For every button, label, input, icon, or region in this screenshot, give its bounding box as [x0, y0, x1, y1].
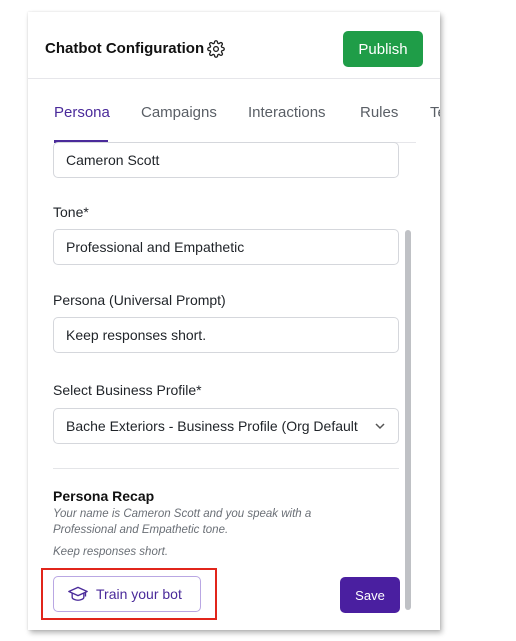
name-value: Cameron Scott	[66, 152, 160, 168]
persona-prompt-field[interactable]: Keep responses short.	[53, 317, 399, 353]
tab-rules[interactable]: Rules	[360, 104, 398, 121]
recap-text: Your name is Cameron Scott and you speak…	[53, 508, 312, 536]
persona-label: Persona (Universal Prompt)	[53, 292, 226, 308]
business-profile-value: Bache Exteriors - Business Profile (Org …	[66, 418, 358, 434]
business-profile-label: Select Business Profile*	[53, 382, 202, 398]
tab-persona[interactable]: Persona	[54, 104, 110, 121]
section-divider	[53, 468, 399, 469]
panel-header: Chatbot Configuration Publish	[28, 12, 440, 79]
tone-label: Tone*	[53, 204, 89, 220]
publish-button[interactable]: Publish	[343, 31, 423, 67]
train-bot-label: Train your bot	[96, 586, 182, 602]
tone-field[interactable]: Professional and Empathetic	[53, 229, 399, 265]
tab-campaigns[interactable]: Campaigns	[141, 104, 217, 121]
scrollbar-thumb[interactable]	[405, 230, 411, 610]
tab-interactions[interactable]: Interactions	[248, 104, 326, 121]
name-field[interactable]: Cameron Scott	[53, 142, 399, 178]
save-button[interactable]: Save	[340, 577, 400, 613]
tone-value: Professional and Empathetic	[66, 239, 245, 255]
chatbot-config-panel: Chatbot Configuration Publish Persona Ca…	[28, 12, 440, 630]
train-bot-button[interactable]: Train your bot	[53, 576, 201, 612]
page-title: Chatbot Configuration	[45, 40, 205, 57]
chevron-down-icon	[375, 423, 385, 430]
graduation-cap-icon	[68, 586, 88, 601]
recap-extra: Keep responses short.	[53, 546, 169, 558]
persona-prompt-value: Keep responses short.	[66, 327, 207, 343]
tab-truncated[interactable]: Te	[430, 104, 440, 121]
gear-icon[interactable]	[207, 40, 225, 58]
business-profile-select[interactable]: Bache Exteriors - Business Profile (Org …	[53, 408, 399, 444]
recap-title: Persona Recap	[53, 488, 155, 504]
